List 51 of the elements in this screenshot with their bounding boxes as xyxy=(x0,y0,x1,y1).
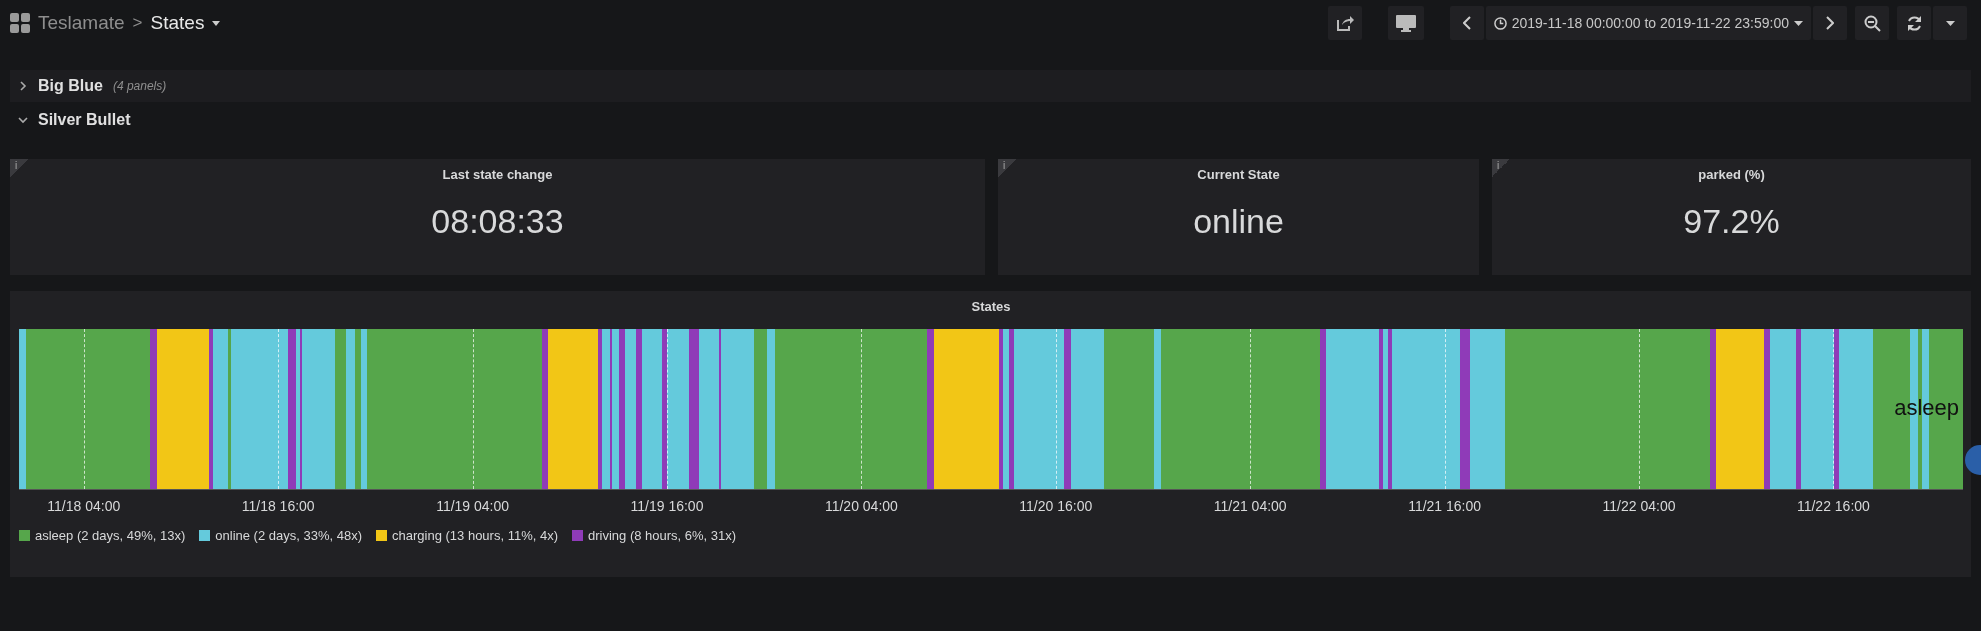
caret-icon xyxy=(1945,20,1955,26)
share-icon xyxy=(1335,15,1354,31)
info-mark[interactable]: i xyxy=(1497,160,1500,171)
refresh-button[interactable] xyxy=(1897,6,1931,40)
axis-label: 11/21 16:00 xyxy=(1408,498,1482,514)
clock-icon xyxy=(1493,16,1507,30)
axis-label: 11/20 04:00 xyxy=(824,498,898,514)
axis-label: 11/19 16:00 xyxy=(630,498,704,514)
stat-value: 97.2% xyxy=(1683,202,1780,241)
row-title: Silver Bullet xyxy=(38,111,131,129)
chevron-left-icon xyxy=(1462,16,1471,30)
breadcrumb-separator: > xyxy=(132,13,143,33)
share-button[interactable] xyxy=(1327,6,1362,40)
legend-label[interactable]: charging (13 hours, 11%, 4x) xyxy=(392,528,558,543)
axis-label: 11/20 16:00 xyxy=(1019,498,1093,514)
zoom-out-icon xyxy=(1863,14,1881,32)
axis-label: 11/22 04:00 xyxy=(1602,498,1676,514)
refresh-icon xyxy=(1905,14,1923,32)
tv-mode-button[interactable] xyxy=(1387,6,1424,40)
legend-label[interactable]: asleep (2 days, 49%, 13x) xyxy=(35,528,186,543)
axis-label: 11/18 04:00 xyxy=(47,498,121,514)
panel-title: Last state change xyxy=(442,167,553,182)
refresh-interval-dropdown[interactable] xyxy=(1933,6,1967,40)
panel-title: parked (%) xyxy=(1698,167,1765,182)
dashboard-grid-icon[interactable] xyxy=(10,13,30,33)
row-header[interactable]: Silver Bullet xyxy=(10,104,1971,136)
next-range-button[interactable] xyxy=(1813,6,1847,40)
stat-value: 08:08:33 xyxy=(431,202,564,241)
chevron-right-icon xyxy=(1826,16,1834,30)
monitor-icon xyxy=(1395,14,1416,32)
legend-label[interactable]: driving (8 hours, 6%, 31x) xyxy=(588,528,737,543)
dashboard-title[interactable]: States xyxy=(150,12,205,34)
panel-title: Current State xyxy=(1197,167,1280,182)
axis-label: 11/22 16:00 xyxy=(1796,498,1870,514)
breadcrumb-link[interactable]: Teslamate xyxy=(38,12,125,34)
row-header[interactable]: Big Blue (4 panels) xyxy=(10,70,1971,102)
panel-count: (4 panels) xyxy=(112,79,167,93)
axis-label: 11/18 16:00 xyxy=(241,498,315,514)
row-title: Big Blue xyxy=(38,77,103,95)
panel-title: States xyxy=(971,299,1011,314)
axis-label: 11/19 04:00 xyxy=(436,498,510,514)
caret-icon[interactable] xyxy=(212,20,221,26)
info-mark[interactable]: i xyxy=(1003,160,1006,171)
axis-label: 11/21 04:00 xyxy=(1213,498,1287,514)
time-range-picker[interactable]: 2019-11-18 00:00:00 to 2019-11-22 23:59:00 xyxy=(1485,6,1811,40)
caret-icon xyxy=(1794,20,1803,26)
stat-value: online xyxy=(1193,202,1284,241)
zoom-out-button[interactable] xyxy=(1855,6,1889,40)
legend-label[interactable]: online (2 days, 33%, 48x) xyxy=(215,528,362,543)
info-mark[interactable]: i xyxy=(15,160,18,171)
previous-range-button[interactable] xyxy=(1449,6,1484,40)
